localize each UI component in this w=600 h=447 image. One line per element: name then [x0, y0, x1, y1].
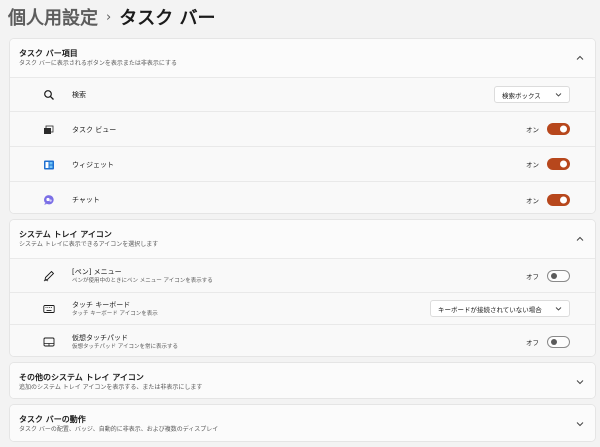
touch-keyboard-dropdown[interactable]: キーボードが接続されていない場合 [430, 300, 570, 317]
chevron-down-icon[interactable] [574, 376, 586, 388]
row-sublabel-touch-keyboard: タッチ キーボード アイコンを表示 [72, 311, 158, 317]
row-search: 検索 検索ボックス [10, 77, 595, 111]
chat-toggle[interactable] [547, 194, 570, 206]
task-view-icon [43, 124, 55, 136]
toggle-state-label: オン [526, 126, 539, 134]
toggle-state-label: オン [526, 161, 539, 169]
row-chat: チャット オン [10, 181, 595, 213]
breadcrumb-separator-icon: › [106, 9, 112, 25]
row-label-widgets: ウィジェット [72, 161, 114, 169]
section-subtitle: システム トレイに表示できるアイコンを選択します [19, 241, 159, 248]
search-mode-dropdown[interactable]: 検索ボックス [494, 86, 570, 103]
toggle-state-label: オン [526, 197, 539, 205]
row-label-touch-keyboard: タッチ キーボード [72, 301, 131, 309]
row-pen-menu: [ペン] メニュー ペンが使用中のときにペン メニュー アイコンを表示する オフ [10, 258, 595, 292]
chevron-up-icon[interactable] [574, 52, 586, 64]
row-label-virtual-touchpad: 仮想タッチパッド [72, 334, 128, 342]
chevron-up-icon[interactable] [574, 233, 586, 245]
section-header-taskbar-behaviors[interactable]: タスク バーの動作 タスク バーの配置、バッジ、自動的に非表示、および複数のディ… [10, 405, 595, 441]
toggle-state-label: オフ [526, 273, 539, 281]
chevron-down-icon [555, 307, 562, 311]
section-subtitle: 追加のシステム トレイ アイコンを表示する、または非表示にします [19, 384, 203, 391]
chevron-down-icon[interactable] [574, 418, 586, 430]
section-header-other-tray-icons[interactable]: その他のシステム トレイ アイコン 追加のシステム トレイ アイコンを表示する、… [10, 363, 595, 398]
section-title: システム トレイ アイコン [19, 230, 112, 239]
row-task-view: タスク ビュー オン [10, 111, 595, 146]
touchpad-icon [43, 336, 55, 348]
row-label-search: 検索 [72, 91, 86, 99]
toggle-state-label: オフ [526, 339, 539, 347]
chevron-down-icon [555, 93, 562, 97]
keyboard-icon [43, 303, 55, 315]
pen-icon [43, 270, 55, 282]
page-title: タスク バー [119, 8, 216, 29]
section-title: その他のシステム トレイ アイコン [19, 373, 144, 382]
breadcrumb: 個人用設定 › タスク バー [8, 2, 215, 32]
section-system-tray-icons: システム トレイ アイコン システム トレイに表示できるアイコンを選択します [… [9, 219, 596, 357]
task-view-toggle[interactable] [547, 123, 570, 135]
search-icon [43, 89, 55, 101]
section-taskbar-items: タスク バー項目 タスク バーに表示されるボタンを表示または非表示にする 検索 … [9, 38, 596, 214]
row-virtual-touchpad: 仮想タッチパッド 仮想タッチパッド アイコンを常に表示する オフ [10, 324, 595, 356]
widgets-icon [43, 159, 55, 171]
widgets-toggle[interactable] [547, 158, 570, 170]
pen-menu-toggle[interactable] [547, 270, 570, 282]
virtual-touchpad-toggle[interactable] [547, 336, 570, 348]
row-label-pen-menu: [ペン] メニュー [72, 268, 122, 276]
dropdown-value: キーボードが接続されていない場合 [438, 305, 542, 314]
section-taskbar-behaviors[interactable]: タスク バーの動作 タスク バーの配置、バッジ、自動的に非表示、および複数のディ… [9, 404, 596, 442]
section-header-taskbar-items[interactable]: タスク バー項目 タスク バーに表示されるボタンを表示または非表示にする [10, 39, 595, 77]
row-touch-keyboard: タッチ キーボード タッチ キーボード アイコンを表示 キーボードが接続されてい… [10, 292, 595, 324]
row-widgets: ウィジェット オン [10, 146, 595, 181]
section-title: タスク バーの動作 [19, 415, 86, 424]
section-subtitle: タスク バーの配置、バッジ、自動的に非表示、および複数のディスプレイ [19, 426, 219, 433]
row-label-task-view: タスク ビュー [72, 126, 117, 134]
section-subtitle: タスク バーに表示されるボタンを表示または非表示にする [19, 60, 177, 67]
row-sublabel-pen-menu: ペンが使用中のときにペン メニュー アイコンを表示する [72, 278, 213, 284]
chat-icon [43, 194, 55, 206]
section-other-tray-icons[interactable]: その他のシステム トレイ アイコン 追加のシステム トレイ アイコンを表示する、… [9, 362, 596, 399]
row-sublabel-virtual-touchpad: 仮想タッチパッド アイコンを常に表示する [72, 344, 178, 350]
row-label-chat: チャット [72, 196, 100, 204]
section-header-system-tray-icons[interactable]: システム トレイ アイコン システム トレイに表示できるアイコンを選択します [10, 220, 595, 258]
dropdown-value: 検索ボックス [502, 91, 541, 100]
section-title: タスク バー項目 [19, 49, 78, 58]
breadcrumb-parent[interactable]: 個人用設定 [8, 4, 98, 30]
